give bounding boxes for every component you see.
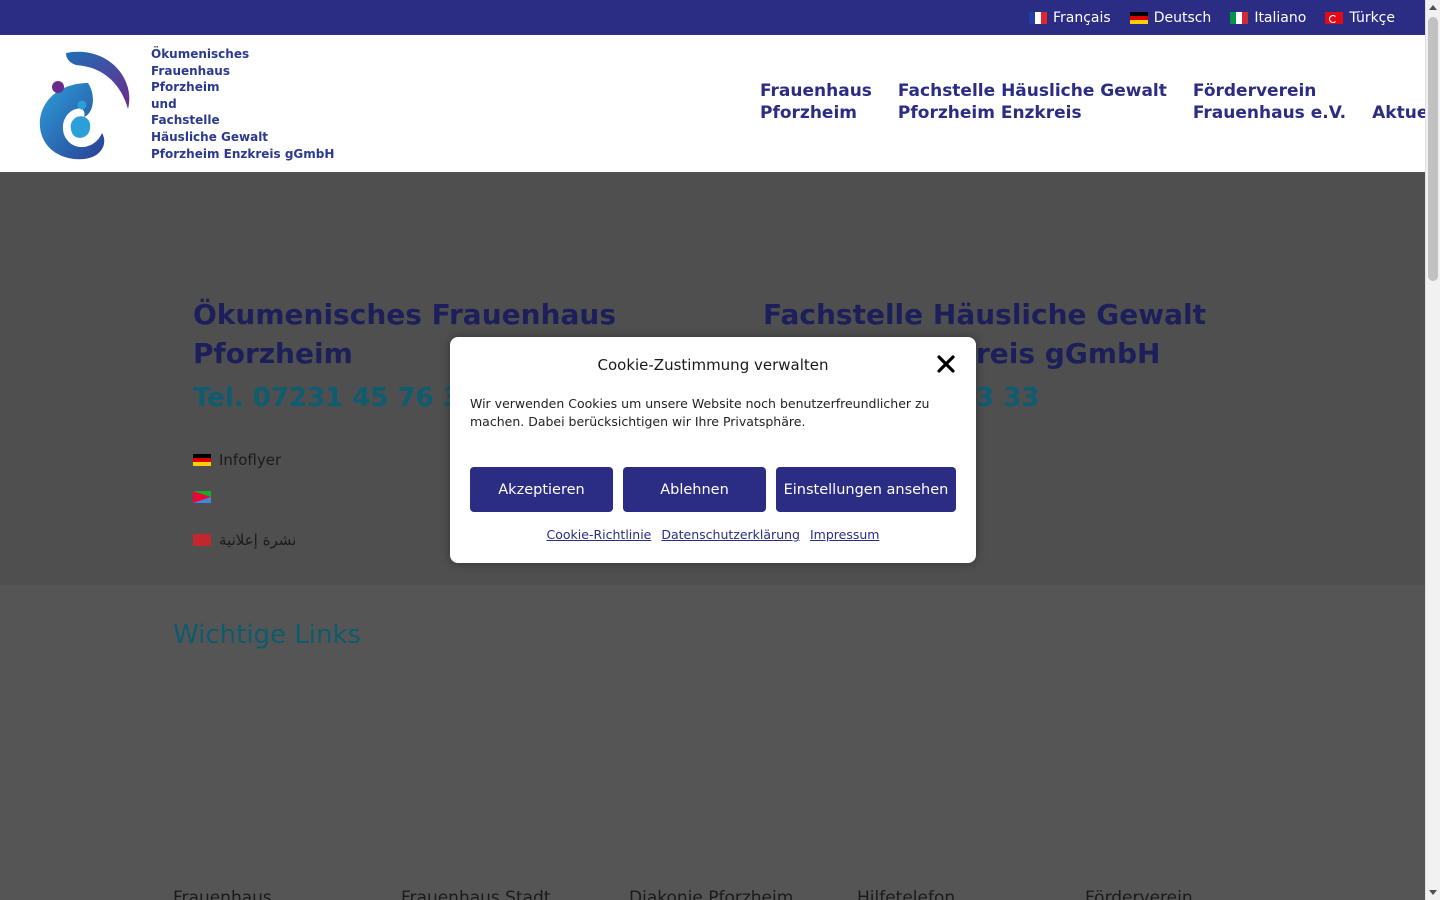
- scroll-up-arrow-icon[interactable]: [1429, 5, 1437, 10]
- cookie-consent-dialog: Cookie-Zustimmung verwalten Wir verwende…: [450, 337, 976, 563]
- flag-fr-icon: [1028, 11, 1047, 24]
- right-title-line1: Fachstelle Häusliche Gewalt: [763, 298, 1206, 331]
- left-title-line1: Ökumenisches Frauenhaus: [193, 298, 616, 331]
- lang-fr-label: Français: [1052, 9, 1111, 26]
- accept-button[interactable]: Akzeptieren: [470, 467, 613, 512]
- logo-text[interactable]: Ökumenisches Frauenhaus Pforzheim und Fa…: [151, 46, 334, 162]
- lang-it[interactable]: Italiano: [1230, 10, 1306, 26]
- flag-de-icon: [193, 454, 211, 466]
- nav-foerderverein-line1: Förderverein: [1192, 81, 1317, 101]
- flyer-ar-link[interactable]: نشرة إعلانية: [193, 531, 296, 549]
- logo-line: und: [151, 96, 177, 111]
- view-settings-button[interactable]: Einstellungen ansehen: [776, 467, 956, 512]
- page-scrollbar[interactable]: [1425, 0, 1440, 900]
- nav-frauenhaus-line1: Frauenhaus: [760, 81, 872, 101]
- logo-icon[interactable]: [36, 47, 134, 161]
- footer-link[interactable]: Förderverein: [1085, 888, 1313, 900]
- cookie-dialog-title: Cookie-Zustimmung verwalten: [597, 356, 829, 374]
- nav-fachstelle-line2: Pforzheim Enzkreis: [897, 103, 1082, 123]
- flag-de-icon: [1129, 11, 1148, 24]
- flyer-de-label: Infoflyer: [219, 451, 282, 469]
- footer-links: Frauenhaus Frauenhaus Stadt Diakonie Pfo…: [173, 888, 1313, 900]
- flag-ar-icon: [193, 534, 211, 546]
- logo-line: Häusliche Gewalt: [151, 129, 269, 144]
- lang-it-label: Italiano: [1254, 9, 1307, 26]
- logo-line: Pforzheim Enzkreis gGmbH: [151, 146, 335, 161]
- imprint-link[interactable]: Impressum: [810, 527, 879, 542]
- right-phone[interactable]: 3 33: [976, 383, 1039, 413]
- left-phone[interactable]: Tel. 07231 45 76 30: [193, 383, 479, 413]
- footer-link[interactable]: Frauenhaus Stadt: [401, 888, 629, 900]
- cookie-policy-link[interactable]: Cookie-Richtlinie: [547, 527, 652, 542]
- footer-link[interactable]: Frauenhaus: [173, 888, 401, 900]
- scroll-down-arrow-icon[interactable]: [1429, 890, 1437, 895]
- nav-frauenhaus-line2: Pforzheim: [760, 103, 857, 123]
- logo-line: Fachstelle: [151, 113, 220, 128]
- cookie-dialog-buttons: Akzeptieren Ablehnen Einstellungen anseh…: [470, 467, 956, 512]
- flag-tr-icon: [1325, 11, 1344, 24]
- lang-de-label: Deutsch: [1153, 9, 1212, 26]
- cookie-dialog-links: Cookie-Richtlinie Datenschutzerklärung I…: [450, 527, 976, 542]
- flyer-ar-label: نشرة إعلانية: [219, 531, 297, 549]
- important-links-heading: Wichtige Links: [173, 620, 362, 650]
- flyer-er-link[interactable]: [193, 491, 219, 503]
- flag-er-icon: [193, 491, 211, 503]
- footer-link[interactable]: Hilfetelefon: [857, 888, 1085, 900]
- flag-it-icon: [1230, 11, 1249, 24]
- deny-button[interactable]: Ablehnen: [623, 467, 766, 512]
- privacy-policy-link[interactable]: Datenschutzerklärung: [661, 527, 800, 542]
- language-bar: Français Deutsch Italiano Türkçe: [0, 0, 1425, 35]
- flyer-de-link[interactable]: Infoflyer: [193, 451, 281, 469]
- site-header: Ökumenisches Frauenhaus Pforzheim und Fa…: [0, 35, 1440, 172]
- cookie-dialog-text: Wir verwenden Cookies um unsere Website …: [470, 396, 930, 429]
- logo-line: Pforzheim: [151, 80, 220, 95]
- nav-foerderverein-line2: Frauenhaus e.V.: [1192, 103, 1347, 123]
- nav-fachstelle[interactable]: Fachstelle Häusliche Gewalt Pforzheim En…: [898, 80, 1167, 124]
- close-icon[interactable]: [936, 354, 956, 374]
- nav-foerderverein[interactable]: Förderverein Frauenhaus e.V.: [1193, 80, 1346, 124]
- lang-tr[interactable]: Türkçe: [1325, 10, 1395, 26]
- scroll-thumb[interactable]: [1428, 17, 1438, 281]
- right-title-line2: reis gGmbH: [976, 337, 1161, 370]
- lang-fr[interactable]: Français: [1028, 9, 1111, 26]
- nav-fachstelle-line1: Fachstelle Häusliche Gewalt: [897, 81, 1167, 101]
- logo-line: Ökumenisches: [151, 47, 250, 61]
- lang-tr-label: Türkçe: [1349, 9, 1395, 26]
- lang-de[interactable]: Deutsch: [1129, 9, 1212, 26]
- main-nav: Frauenhaus Pforzheim Fachstelle Häuslich…: [760, 80, 1440, 124]
- footer-link[interactable]: Diakonie Pforzheim: [629, 888, 857, 900]
- left-title-line2: Pforzheim: [193, 337, 353, 370]
- logo-line: Frauenhaus: [151, 63, 230, 78]
- nav-frauenhaus[interactable]: Frauenhaus Pforzheim: [760, 80, 872, 124]
